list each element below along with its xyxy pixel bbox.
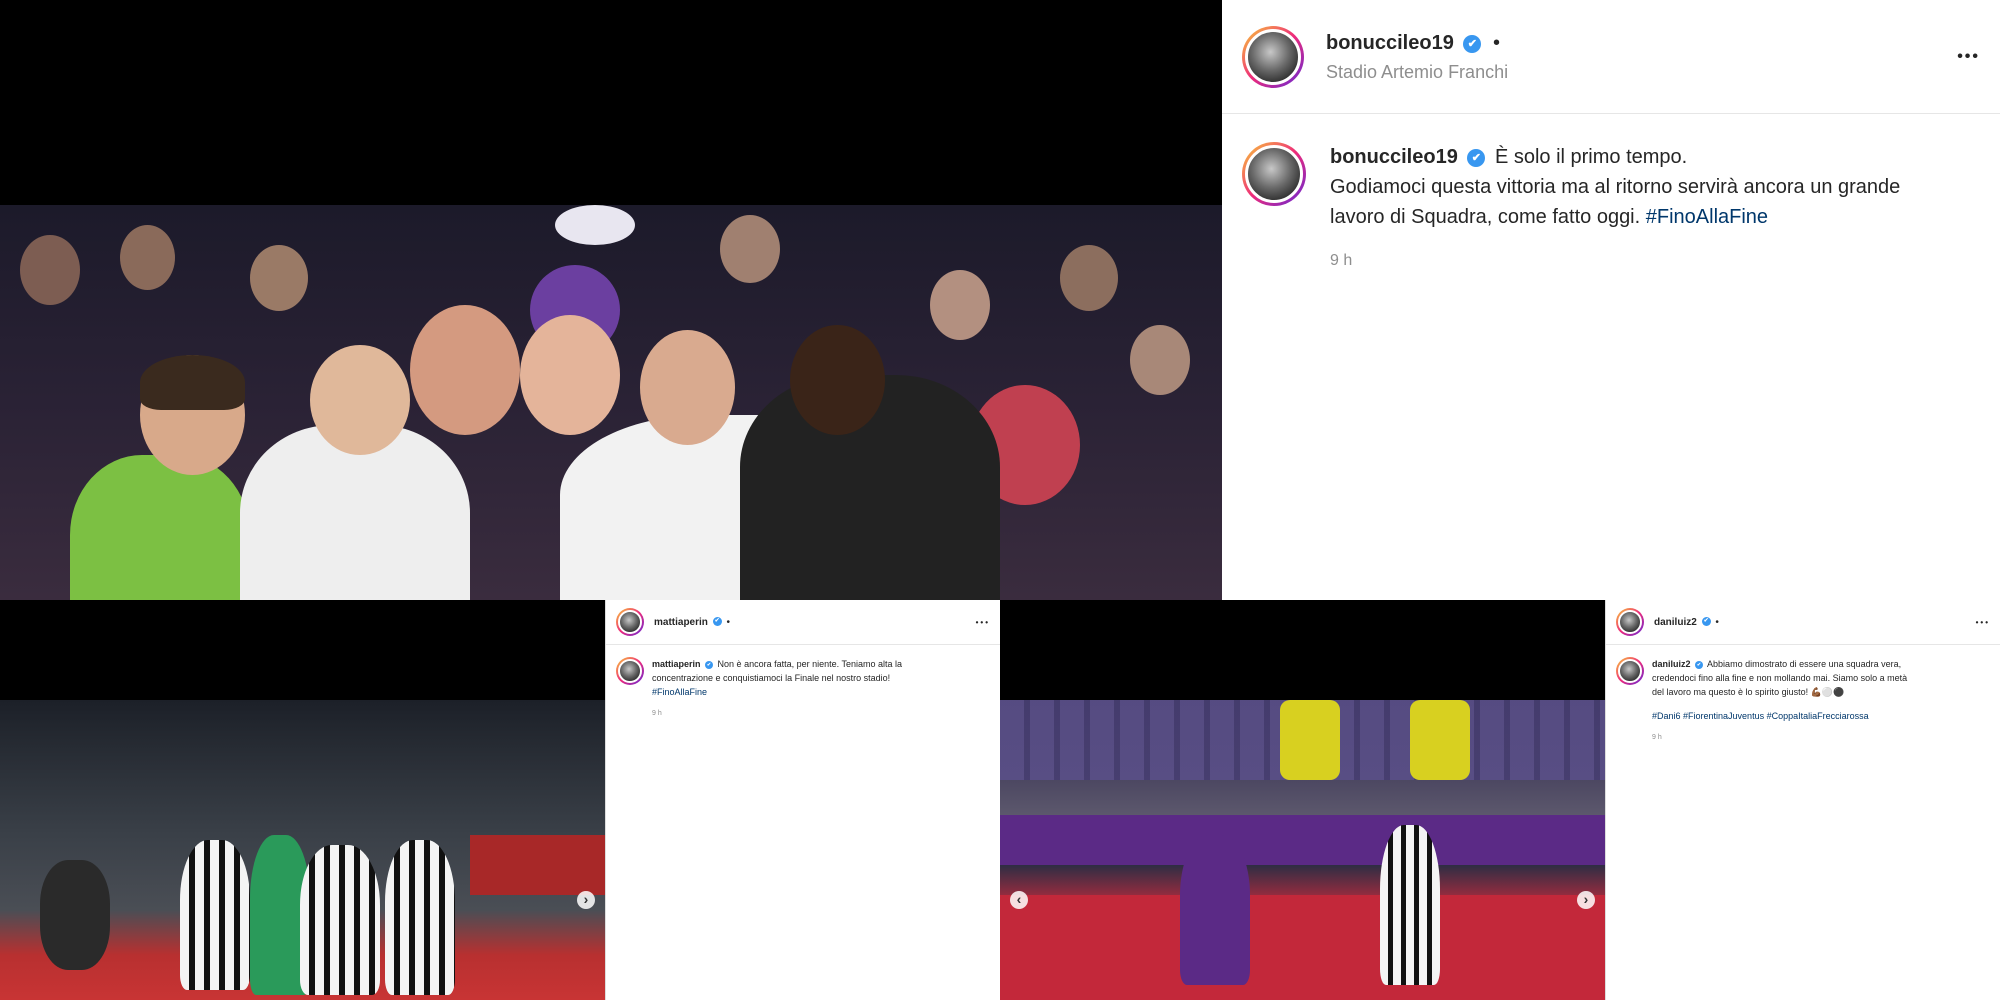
- post3-caption-line3: del lavoro ma questo è lo spirito giusto…: [1652, 687, 1845, 697]
- post2-hashtag[interactable]: #FinoAllaFine: [652, 685, 902, 699]
- post1-caption-avatar[interactable]: [1242, 142, 1306, 206]
- post2-image-panel: ›: [0, 600, 605, 1000]
- separator-dot: •: [726, 616, 730, 628]
- player-jersey-striped: [180, 840, 250, 990]
- post2-avatar[interactable]: [616, 608, 644, 636]
- steward-yellow: [1280, 700, 1340, 780]
- post1-hashtag[interactable]: #FinoAllaFine: [1646, 206, 1768, 228]
- post3-caption-username[interactable]: daniluiz2: [1652, 659, 1691, 669]
- carousel-next-icon[interactable]: ›: [1577, 891, 1595, 909]
- stadium-sign: [470, 835, 605, 895]
- post2-caption-row: mattiaperin ✔ Non è ancora fatta, per ni…: [606, 645, 1000, 721]
- post1-header: bonuccileo19 ✔ • Stadio Artemio Franchi …: [1222, 0, 2000, 114]
- crowd-face: [20, 235, 80, 305]
- post1-caption-line2: Godiamoci questa vittoria ma al ritorno …: [1330, 176, 1901, 198]
- crowd-face: [250, 245, 308, 311]
- verified-icon: ✔: [1463, 34, 1482, 53]
- more-options-icon[interactable]: •••: [1976, 618, 1990, 627]
- post3-avatar[interactable]: [1616, 608, 1644, 636]
- post3-caption-row: daniluiz2 ✔ Abbiamo dimostrato di essere…: [1606, 645, 2000, 745]
- more-options-icon[interactable]: •••: [976, 618, 990, 627]
- crowd-face: [930, 270, 990, 340]
- verified-icon: ✔: [1701, 617, 1711, 627]
- crowd-face: [720, 215, 780, 283]
- post3-header: daniluiz2 ✔ • •••: [1606, 600, 2000, 645]
- post3-photo[interactable]: ‹ ›: [1000, 700, 1605, 1000]
- player-jersey-striped: [385, 840, 455, 995]
- player-head: [790, 325, 885, 435]
- post1-caption-username[interactable]: bonuccileo19: [1330, 146, 1458, 168]
- post1-location[interactable]: Stadio Artemio Franchi: [1326, 62, 1957, 83]
- separator-dot: •: [1715, 616, 1719, 628]
- post2-header: mattiaperin ✔ • •••: [606, 600, 1000, 645]
- crowd-face: [120, 225, 175, 290]
- post1-caption-line3: lavoro di Squadra, come fatto oggi.: [1330, 206, 1641, 228]
- steward-yellow: [1410, 700, 1470, 780]
- post2-timestamp: 9 h: [652, 710, 662, 717]
- post3-image-panel: ‹ ›: [1000, 600, 1605, 1000]
- post3-caption-line1: Abbiamo dimostrato di essere una squadra…: [1707, 659, 1902, 669]
- post3-instagram-panel: daniluiz2 ✔ • ••• daniluiz2 ✔ Abbiamo di…: [1605, 600, 2000, 1000]
- player-jersey-striped: [300, 845, 380, 995]
- verified-icon: ✔: [1467, 148, 1486, 167]
- post1-username[interactable]: bonuccileo19: [1326, 32, 1454, 54]
- post3-caption-avatar[interactable]: [1616, 657, 1644, 685]
- post2-instagram-panel: mattiaperin ✔ • ••• mattiaperin ✔ Non è …: [605, 600, 1000, 1000]
- crowd-face: [1060, 245, 1118, 311]
- more-options-icon[interactable]: •••: [1957, 48, 1980, 66]
- crowd-face: [1130, 325, 1190, 395]
- post3-hashtags[interactable]: #Dani6 #FiorentinaJuventus #CoppaItaliaF…: [1652, 709, 1907, 723]
- player-head: [410, 305, 520, 435]
- verified-icon: ✔: [712, 617, 722, 627]
- player-head: [520, 315, 620, 435]
- post1-instagram-panel: bonuccileo19 ✔ • Stadio Artemio Franchi …: [1222, 0, 2000, 600]
- verified-icon: ✔: [1695, 660, 1704, 669]
- verified-icon: ✔: [705, 660, 714, 669]
- post2-photo[interactable]: ›: [0, 700, 605, 1000]
- player-juventus-striped: [1380, 825, 1440, 985]
- player-fiorentina-purple: [1180, 835, 1250, 985]
- player-head: [310, 345, 410, 455]
- post2-caption-avatar[interactable]: [616, 657, 644, 685]
- separator-dot: •: [1492, 32, 1500, 54]
- post1-photo[interactable]: [0, 205, 1222, 600]
- crowd-hat: [555, 205, 635, 245]
- post3-username[interactable]: daniluiz2: [1654, 617, 1697, 628]
- post1-caption-row: bonuccileo19 ✔ È solo il primo tempo. Go…: [1222, 114, 2000, 276]
- post1-avatar[interactable]: [1242, 25, 1304, 88]
- carousel-prev-icon[interactable]: ‹: [1010, 891, 1028, 909]
- carousel-next-icon[interactable]: ›: [577, 891, 595, 909]
- ad-board-purple: [1000, 815, 1605, 865]
- post2-username[interactable]: mattiaperin: [654, 617, 708, 628]
- player-head: [640, 330, 735, 445]
- post1-timestamp: 9 h: [1330, 252, 1353, 269]
- post2-caption-line2: concentrazione e conquistiamoci la Final…: [652, 673, 891, 683]
- post2-caption-line1: Non è ancora fatta, per niente. Teniamo …: [717, 659, 902, 669]
- post2-caption-username[interactable]: mattiaperin: [652, 659, 701, 669]
- post3-caption-line2: credendoci fino alla fine e non mollando…: [1652, 673, 1908, 683]
- post1-caption-line1: È solo il primo tempo.: [1494, 146, 1688, 168]
- player-hair: [140, 355, 245, 410]
- post3-timestamp: 9 h: [1652, 734, 1662, 741]
- player-green-bib: [70, 455, 250, 600]
- ad-board-red: [1000, 895, 1605, 1000]
- photographer: [40, 860, 110, 970]
- post1-image-panel: [0, 0, 1222, 600]
